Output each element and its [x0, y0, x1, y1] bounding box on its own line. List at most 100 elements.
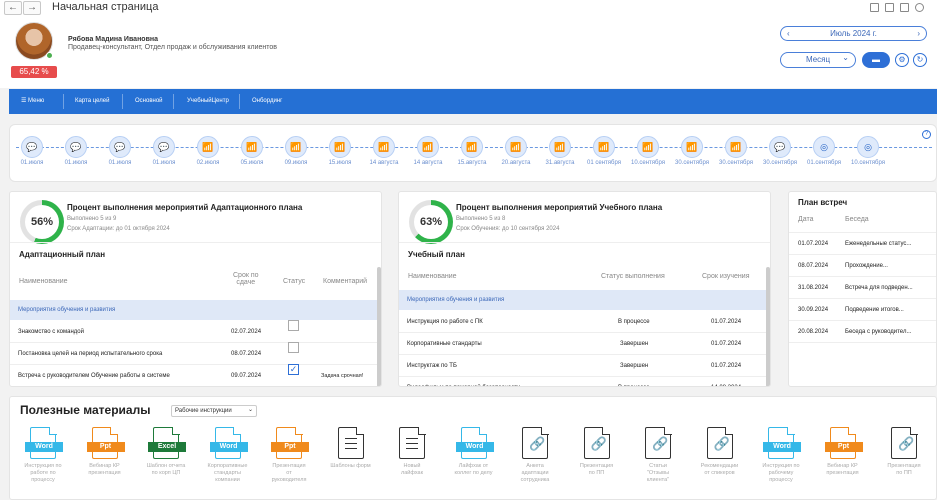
chat-button[interactable]: ▬	[862, 52, 890, 68]
material-item[interactable]: Новый лайфхак	[383, 426, 441, 477]
material-item[interactable]: 🔗 Рекомендации от спикеров	[691, 426, 749, 477]
chevron-down-icon: ⌄	[247, 407, 253, 413]
search-doc-icon[interactable]	[900, 3, 909, 12]
timeline-event[interactable]: 📶	[241, 136, 263, 158]
row-name: Инструктаж по ТБ	[407, 363, 457, 369]
file-type-tag: Ppt	[86, 442, 125, 452]
next-period-button[interactable]: ›	[917, 27, 920, 40]
timeline-event[interactable]: 📶	[329, 136, 351, 158]
timeline-event[interactable]: 📶	[637, 136, 659, 158]
material-item[interactable]: Ppt Презентация от руководителя	[260, 426, 318, 484]
material-label: Статьи "Отзывы клиента"	[629, 463, 687, 484]
file-type-tag: Word	[763, 442, 801, 452]
timeline-event[interactable]: 💬	[21, 136, 43, 158]
material-item[interactable]: 🔗 Презентация по ПП	[568, 426, 626, 477]
col-name: Наименование	[19, 278, 68, 285]
meeting-row[interactable]: 31.08.2024 Встреча для подведен...	[789, 277, 936, 299]
status-checkbox[interactable]	[288, 320, 299, 331]
material-label: Презентация от руководителя	[260, 463, 318, 484]
material-item[interactable]: Шаблоны форм	[322, 426, 380, 470]
timeline-event[interactable]: 💬	[65, 136, 87, 158]
material-item[interactable]: Ppt Вебинар КР презентация	[814, 426, 872, 477]
table-row[interactable]: Знакомство с командой 02.07.2024	[10, 320, 378, 343]
forward-button[interactable]: →	[23, 1, 41, 15]
col-topic: Беседа	[845, 216, 869, 223]
timeline-event[interactable]: ◎	[857, 136, 879, 158]
table-row[interactable]: Корпоративные стандарты Завершен 01.07.2…	[399, 333, 767, 355]
meeting-row[interactable]: 01.07.2024 Еженедельные статус...	[789, 233, 936, 255]
event-icon: 📶	[554, 142, 566, 152]
timeline-event[interactable]: 💬	[109, 136, 131, 158]
meeting-row[interactable]: 08.07.2024 Прохождение...	[789, 255, 936, 277]
material-label: Корпоративные стандарты компании	[199, 463, 257, 484]
timeline-date: 30.сентября	[763, 160, 797, 166]
materials-category-select[interactable]: Рабочие инструкции ⌄	[171, 405, 257, 417]
row-status: В процессе	[618, 319, 650, 325]
material-label-line: по ПП	[896, 470, 912, 476]
print-icon[interactable]	[885, 3, 894, 12]
help-icon[interactable]: ?	[922, 130, 931, 139]
col-comment: Комментарий	[323, 278, 368, 285]
material-item[interactable]: Word Корпоративные стандарты компании	[199, 426, 257, 484]
period-type-select[interactable]: Месяц ⌄	[780, 52, 856, 68]
timeline-date: 01.сентября	[807, 160, 841, 166]
nav-main[interactable]: Основной	[135, 89, 163, 114]
meeting-topic: Встреча для подведен...	[845, 285, 913, 291]
status-checkbox[interactable]: ✓	[288, 364, 299, 375]
word-file-icon: Word	[763, 426, 801, 459]
timeline-event[interactable]: 📶	[373, 136, 395, 158]
nav-separator	[63, 94, 64, 109]
prev-period-button[interactable]: ‹	[787, 27, 790, 40]
nav-menu[interactable]: ☰ Меню	[21, 89, 44, 114]
status-checkbox[interactable]	[288, 342, 299, 353]
material-item[interactable]: 🔗 Статьи "Отзывы клиента"	[629, 426, 687, 484]
refresh-button[interactable]: ↻	[913, 53, 927, 67]
nav-learning-center[interactable]: УчебныйЦентр	[187, 89, 229, 114]
save-icon[interactable]	[870, 3, 879, 12]
study-scrollbar[interactable]	[766, 267, 770, 386]
timeline-event[interactable]: 📶	[461, 136, 483, 158]
settings-button[interactable]: ⚙	[895, 53, 909, 67]
timeline-event[interactable]: 📶	[549, 136, 571, 158]
material-item[interactable]: Word Инструкция по рабочему процессу	[752, 426, 810, 484]
timeline-event[interactable]: 📶	[725, 136, 747, 158]
timeline-event[interactable]: 📶	[681, 136, 703, 158]
table-row[interactable]: Встреча с руководителем Обучение работы …	[10, 364, 378, 386]
meeting-row[interactable]: 30.09.2024 Подведение итогов...	[789, 299, 936, 321]
ppt-file-icon: Ppt	[271, 426, 309, 459]
table-row[interactable]: Инструкция по работе с ПК В процессе 01.…	[399, 311, 767, 333]
nav-goal-map[interactable]: Карта целей	[75, 89, 109, 114]
material-item[interactable]: Word Лайфхак от коллег по делу	[445, 426, 503, 477]
material-item[interactable]: Excel Шаблон отчета по корп ЦП	[137, 426, 195, 477]
material-item[interactable]: 🔗 Анкета адаптации сотрудника	[506, 426, 564, 484]
row-name: Знакомство с командой	[18, 329, 84, 335]
table-row[interactable]: Инструктаж по ТБ Завершен 01.07.2024	[399, 355, 767, 377]
timeline-event[interactable]: 📶	[285, 136, 307, 158]
link-icon[interactable]	[915, 3, 924, 12]
timeline-event[interactable]: 📶	[593, 136, 615, 158]
timeline-event[interactable]: 📶	[417, 136, 439, 158]
material-item[interactable]: 🔗 Презентация по ПП	[875, 426, 933, 477]
timeline-event[interactable]: 💬	[153, 136, 175, 158]
meeting-row[interactable]: 20.08.2024 Беседа с руководител...	[789, 321, 936, 343]
material-label-line: руководителя	[271, 477, 307, 483]
nav-onboarding[interactable]: Онбординг	[252, 89, 282, 114]
ppt-file-icon: Ppt	[86, 426, 125, 459]
timeline-date: 30.сентября	[675, 160, 709, 166]
timeline-event[interactable]: 💬	[769, 136, 791, 158]
forward-arrow-icon: →	[27, 2, 37, 13]
material-label-line: Новый	[403, 463, 421, 469]
back-button[interactable]: ←	[4, 1, 22, 15]
material-label-line: процессу	[31, 477, 55, 483]
material-item[interactable]: Word Инструкция по работе по процессу	[14, 426, 72, 484]
timeline-event[interactable]: ◎	[813, 136, 835, 158]
divider	[10, 242, 381, 243]
nav-separator	[173, 94, 174, 109]
table-row[interactable]: Постановка целей на период испытательног…	[10, 342, 378, 365]
adaptation-scrollbar[interactable]	[377, 267, 381, 386]
table-row[interactable]: Видеофильм по пожарной безопасности В пр…	[399, 377, 767, 386]
timeline-event[interactable]: 📶	[197, 136, 219, 158]
material-item[interactable]: Ppt Вебинар КР презентация	[76, 426, 134, 477]
timeline-event[interactable]: 📶	[505, 136, 527, 158]
row-name: Видеофильм по пожарной безопасности	[407, 377, 520, 386]
